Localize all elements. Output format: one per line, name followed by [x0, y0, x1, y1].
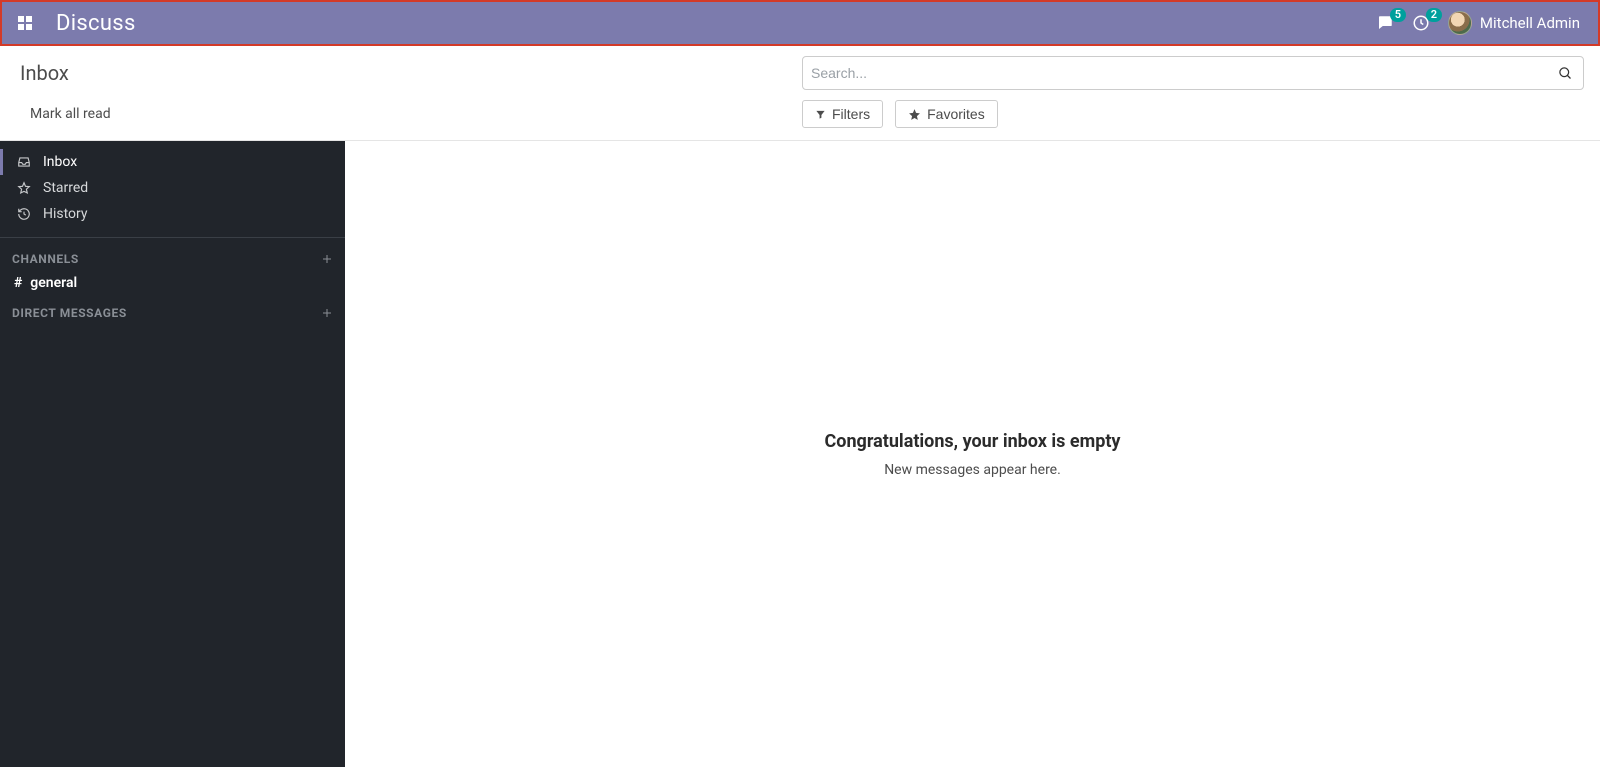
topnav: Discuss 5 2 Mitchell Admin — [0, 0, 1600, 46]
inbox-icon — [17, 155, 33, 169]
content-area: Congratulations, your inbox is empty New… — [345, 141, 1600, 767]
messages-button[interactable]: 5 — [1376, 14, 1394, 32]
add-dm-button[interactable] — [321, 307, 333, 319]
add-channel-button[interactable] — [321, 253, 333, 265]
sidebar: Inbox Starred History CHANNELS # general — [0, 141, 345, 767]
body: Inbox Starred History CHANNELS # general — [0, 141, 1600, 767]
search-area — [802, 56, 1584, 90]
search-input[interactable] — [811, 65, 1556, 81]
search-box[interactable] — [802, 56, 1584, 90]
favorites-button[interactable]: Favorites — [895, 100, 998, 128]
control-panel: Inbox Mark all read Filters Favorites — [0, 46, 1600, 141]
topnav-right: 5 2 Mitchell Admin — [1376, 11, 1590, 35]
activities-badge: 2 — [1426, 8, 1442, 22]
plus-icon — [321, 307, 333, 319]
empty-state-title: Congratulations, your inbox is empty — [825, 431, 1121, 452]
sidebar-item-inbox[interactable]: Inbox — [0, 149, 345, 175]
channels-header-label: CHANNELS — [12, 252, 79, 266]
app-title[interactable]: Discuss — [56, 11, 136, 36]
divider — [0, 237, 345, 238]
history-icon — [17, 207, 33, 221]
dm-header: DIRECT MESSAGES — [0, 302, 345, 324]
actions-area: Mark all read — [20, 100, 802, 128]
dm-header-label: DIRECT MESSAGES — [12, 306, 127, 320]
funnel-icon — [815, 109, 826, 120]
channel-label: general — [30, 275, 77, 291]
hash-icon: # — [14, 275, 22, 291]
activities-button[interactable]: 2 — [1412, 14, 1430, 32]
empty-state-subtitle: New messages appear here. — [884, 462, 1061, 478]
sidebar-item-label: Starred — [43, 180, 88, 196]
search-icon — [1558, 66, 1573, 81]
search-button[interactable] — [1556, 66, 1575, 81]
star-outline-icon — [17, 181, 33, 195]
mark-all-read-button[interactable]: Mark all read — [30, 106, 111, 122]
apps-icon[interactable] — [16, 14, 34, 32]
breadcrumb: Inbox — [20, 61, 69, 85]
sidebar-item-label: History — [43, 206, 88, 222]
sidebar-item-starred[interactable]: Starred — [0, 175, 345, 201]
filters-label: Filters — [832, 106, 870, 122]
sidebar-item-label: Inbox — [43, 154, 77, 170]
channel-item-general[interactable]: # general — [0, 270, 345, 296]
filters-button[interactable]: Filters — [802, 100, 883, 128]
username: Mitchell Admin — [1480, 14, 1580, 32]
filters-area: Filters Favorites — [802, 100, 1584, 128]
sidebar-item-history[interactable]: History — [0, 201, 345, 227]
plus-icon — [321, 253, 333, 265]
breadcrumb-area: Inbox — [20, 56, 802, 90]
star-icon — [908, 108, 921, 121]
favorites-label: Favorites — [927, 106, 985, 122]
channels-header: CHANNELS — [0, 248, 345, 270]
user-menu[interactable]: Mitchell Admin — [1448, 11, 1580, 35]
avatar — [1448, 11, 1472, 35]
messages-badge: 5 — [1390, 8, 1406, 22]
